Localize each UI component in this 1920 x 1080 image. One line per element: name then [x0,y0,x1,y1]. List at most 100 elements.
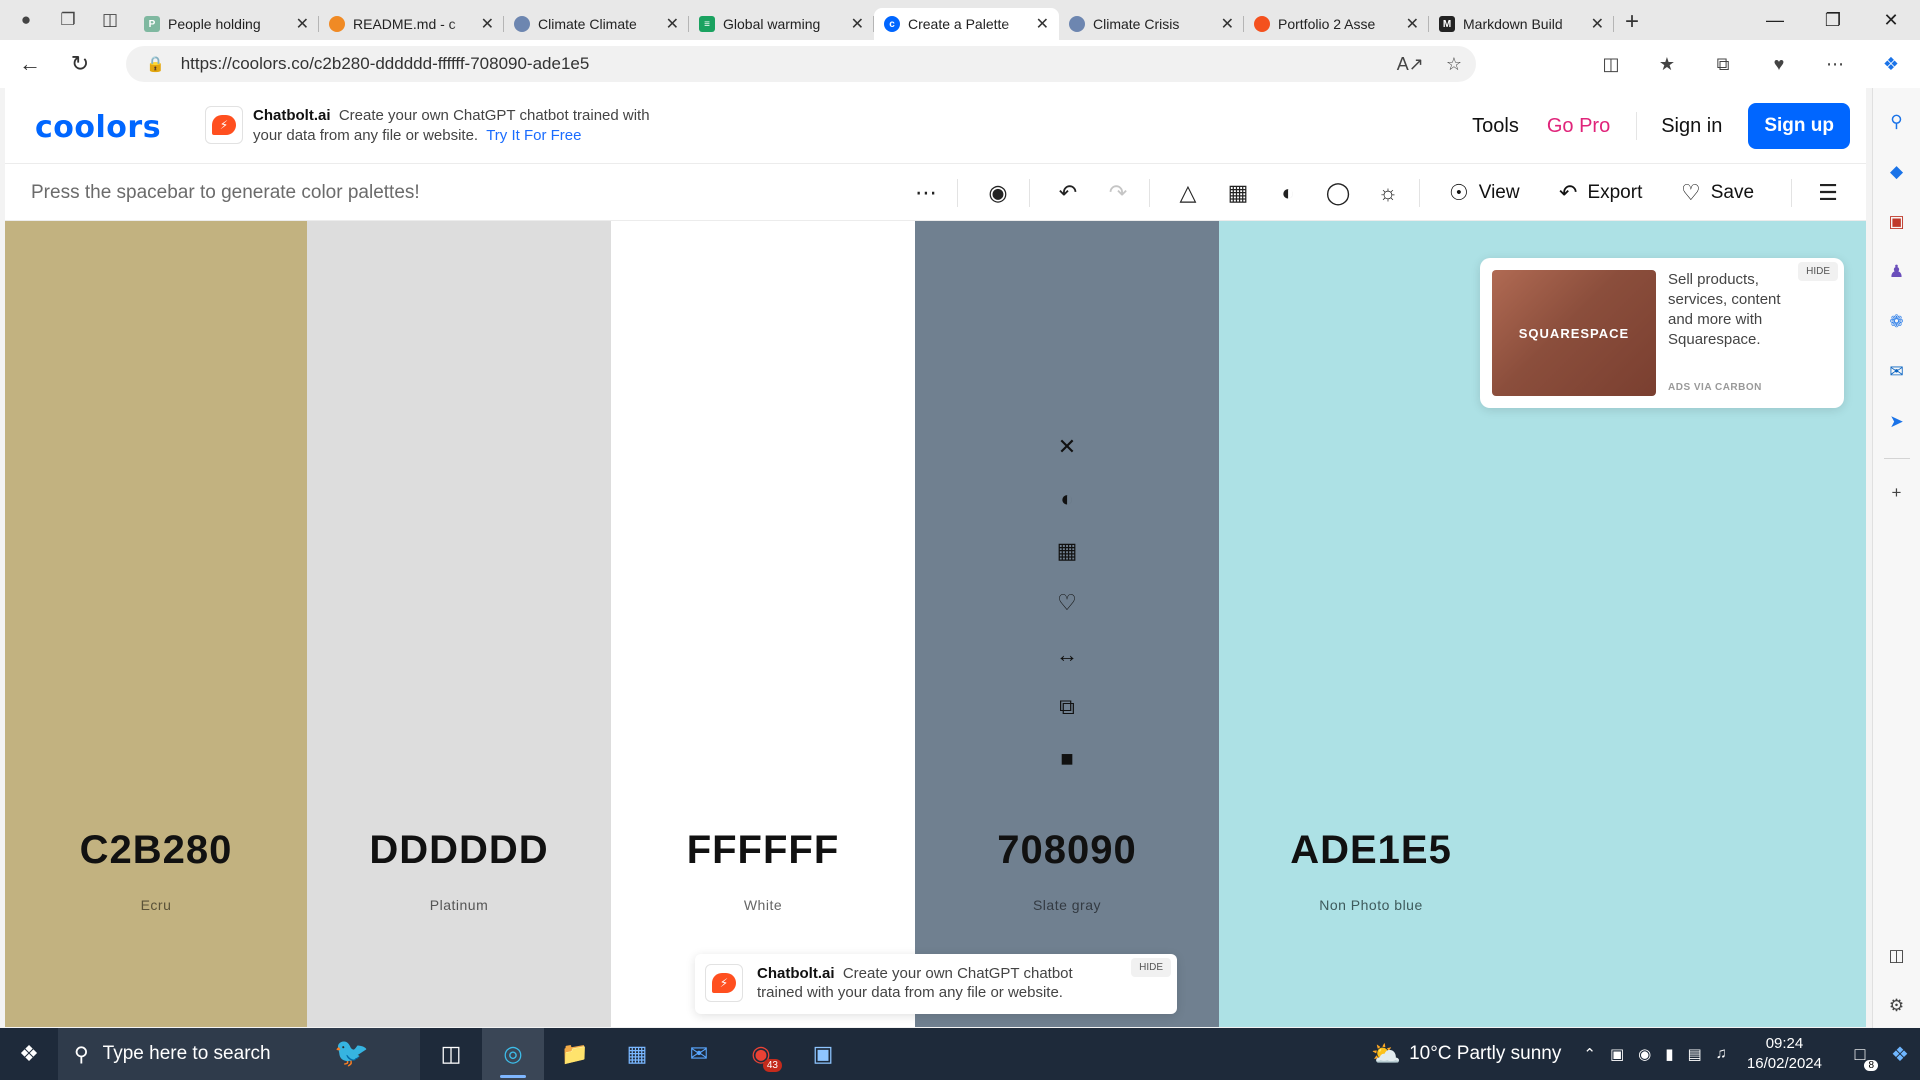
workspaces-icon[interactable]: ❐ [54,6,82,34]
promo-cta-link[interactable]: Try It For Free [486,127,581,144]
ad-copy[interactable]: Sell products, services, content and mor… [1668,270,1798,350]
grid-icon[interactable]: ▦ [1223,178,1253,208]
toolbox-icon[interactable]: ▣ [1881,206,1913,238]
mail-icon[interactable]: ✉ [668,1028,730,1080]
camera-tray-icon[interactable]: ◉ [1638,1045,1651,1063]
lock-icon[interactable]: 🔒 [146,55,165,73]
wifi-icon[interactable]: ▤ [1687,1045,1701,1063]
windows-start-icon[interactable]: ❖ [0,1028,58,1080]
url-field[interactable]: 🔒 https://coolors.co/c2b280-dddddd-fffff… [126,46,1476,82]
color-swatch[interactable]: ✕ ◐ ▦ ♡ ↔ ⧉ ■ 708090 Slate gray [915,221,1219,1027]
copilot-taskbar-icon[interactable]: ❖ [1880,1042,1920,1067]
color-name[interactable]: White [611,897,915,913]
glasses-icon[interactable]: ◯ [1323,178,1353,208]
ads-via-carbon[interactable]: ADS VIA CARBON [1668,382,1762,393]
microsoft365-icon[interactable]: ❁ [1881,306,1913,338]
more-menu-icon[interactable]: ⋯ [1818,54,1852,75]
tab-close-icon[interactable]: ✕ [666,14,679,34]
volume-icon[interactable]: ♫ [1716,1045,1727,1063]
games-icon[interactable]: ♟ [1881,256,1913,288]
settings-gear-icon[interactable]: ⚙ [1881,990,1913,1022]
hide-ad-button[interactable]: HIDE [1798,262,1838,281]
lock-icon[interactable]: ■ [1051,743,1083,775]
shopping-icon[interactable]: ◆ [1881,156,1913,188]
camera-icon[interactable]: ◉ [983,178,1013,208]
coolors-logo[interactable]: coolors [35,110,161,145]
color-name[interactable]: Non Photo blue [1219,897,1523,913]
chrome-icon[interactable]: ◉ 43 [730,1028,792,1080]
undo-icon[interactable]: ↶ [1053,178,1083,208]
favorites-icon[interactable]: ★ [1650,54,1684,75]
battery-icon[interactable]: ▮ [1665,1045,1673,1063]
save-button[interactable]: ♡ Save [1681,177,1754,209]
minimize-icon[interactable]: — [1746,0,1804,40]
hide-banner-button[interactable]: HIDE [1131,958,1171,977]
bottom-promo-banner[interactable]: ⚡ Chatbolt.ai Create your own ChatGPT ch… [695,954,1177,1014]
back-icon[interactable]: ← [10,44,50,84]
clock[interactable]: 09:24 16/02/2024 [1747,1034,1822,1074]
tab-close-icon[interactable]: ✕ [1591,14,1604,34]
redo-icon[interactable]: ↷ [1103,178,1133,208]
shapes-icon[interactable]: △ [1173,178,1203,208]
browser-tab[interactable]: README.md - c ✕ [319,8,504,40]
heart-icon[interactable]: ♡ [1051,587,1083,619]
search-icon[interactable]: ⚲ [1881,106,1913,138]
contrast-icon[interactable]: ◐ [1273,178,1303,208]
carbon-ad[interactable]: SQUARESPACE Sell products, services, con… [1480,258,1844,408]
tab-close-icon[interactable]: ✕ [481,14,494,34]
browser-tab[interactable]: M Markdown Build ✕ [1429,8,1614,40]
add-icon[interactable]: + [1881,477,1913,509]
notifications-icon[interactable]: □ 8 [1840,1044,1880,1071]
tools-link[interactable]: Tools [1472,115,1519,138]
tab-close-icon[interactable]: ✕ [296,14,309,34]
color-name[interactable]: Ecru [5,897,307,913]
edge-browser-icon[interactable]: ◎ [482,1028,544,1080]
copilot-icon[interactable]: ❖ [1874,54,1908,75]
new-tab-button[interactable]: + [1614,6,1650,38]
send-icon[interactable]: ➤ [1881,406,1913,438]
restore-icon[interactable]: ❐ [1804,0,1862,40]
drag-arrows-icon[interactable]: ↔ [1051,639,1083,671]
hex-code[interactable]: 708090 [915,828,1219,873]
browser-tab[interactable]: ≡ Global warming ✕ [689,8,874,40]
hamburger-menu-icon[interactable]: ☰ [1813,178,1843,208]
go-pro-link[interactable]: Go Pro [1547,115,1610,138]
close-window-icon[interactable]: ✕ [1862,0,1920,40]
collections-icon[interactable]: ⧉ [1706,54,1740,75]
color-swatch[interactable]: DDDDDD Platinum [307,221,611,1027]
sign-up-button[interactable]: Sign up [1748,103,1850,149]
tab-close-icon[interactable]: ✕ [1221,14,1234,34]
color-swatch[interactable]: FFFFFF White [611,221,915,1027]
refresh-icon[interactable]: ↻ [60,44,100,84]
chevron-up-icon[interactable]: ⌃ [1583,1045,1596,1063]
header-promo[interactable]: Chatbolt.ai Create your own ChatGPT chat… [253,106,673,146]
view-button[interactable]: ☉ View [1449,177,1520,209]
grid-icon[interactable]: ▦ [1051,535,1083,567]
tab-close-icon[interactable]: ✕ [851,14,864,34]
browser-tab[interactable]: Portfolio 2 Asse ✕ [1244,8,1429,40]
more-options-icon[interactable]: ⋯ [911,178,941,208]
hex-code[interactable]: DDDDDD [307,828,611,873]
shades-icon[interactable]: ◐ [1051,483,1083,515]
weather-widget[interactable]: ⛅ 10°C Partly sunny [1371,1040,1561,1069]
file-explorer-icon[interactable]: 📁 [544,1028,606,1080]
profile-icon[interactable]: ● [12,6,40,34]
hex-code[interactable]: ADE1E5 [1219,828,1523,873]
browser-tab-active[interactable]: c Create a Palette ✕ [874,8,1059,40]
chatbolt-logo-icon[interactable]: ⚡ [205,106,243,144]
color-swatch[interactable]: C2B280 Ecru [5,221,307,1027]
browser-essentials-icon[interactable]: ♥ [1762,54,1796,75]
hex-code[interactable]: C2B280 [5,828,307,873]
remove-color-icon[interactable]: ✕ [1051,431,1083,463]
brightness-icon[interactable]: ☼ [1373,178,1403,208]
sign-in-link[interactable]: Sign in [1661,115,1722,138]
squarespace-ad-image[interactable]: SQUARESPACE [1492,270,1656,396]
task-view-icon[interactable]: ◫ [420,1028,482,1080]
favorite-star-icon[interactable]: ☆ [1446,54,1462,75]
read-aloud-icon[interactable]: A↗ [1397,54,1424,75]
hex-code[interactable]: FFFFFF [611,828,915,873]
split-screen-icon[interactable]: ◫ [1594,54,1628,75]
browser-tab[interactable]: Climate Climate ✕ [504,8,689,40]
color-name[interactable]: Slate gray [915,897,1219,913]
meet-now-icon[interactable]: ▣ [1610,1045,1624,1063]
